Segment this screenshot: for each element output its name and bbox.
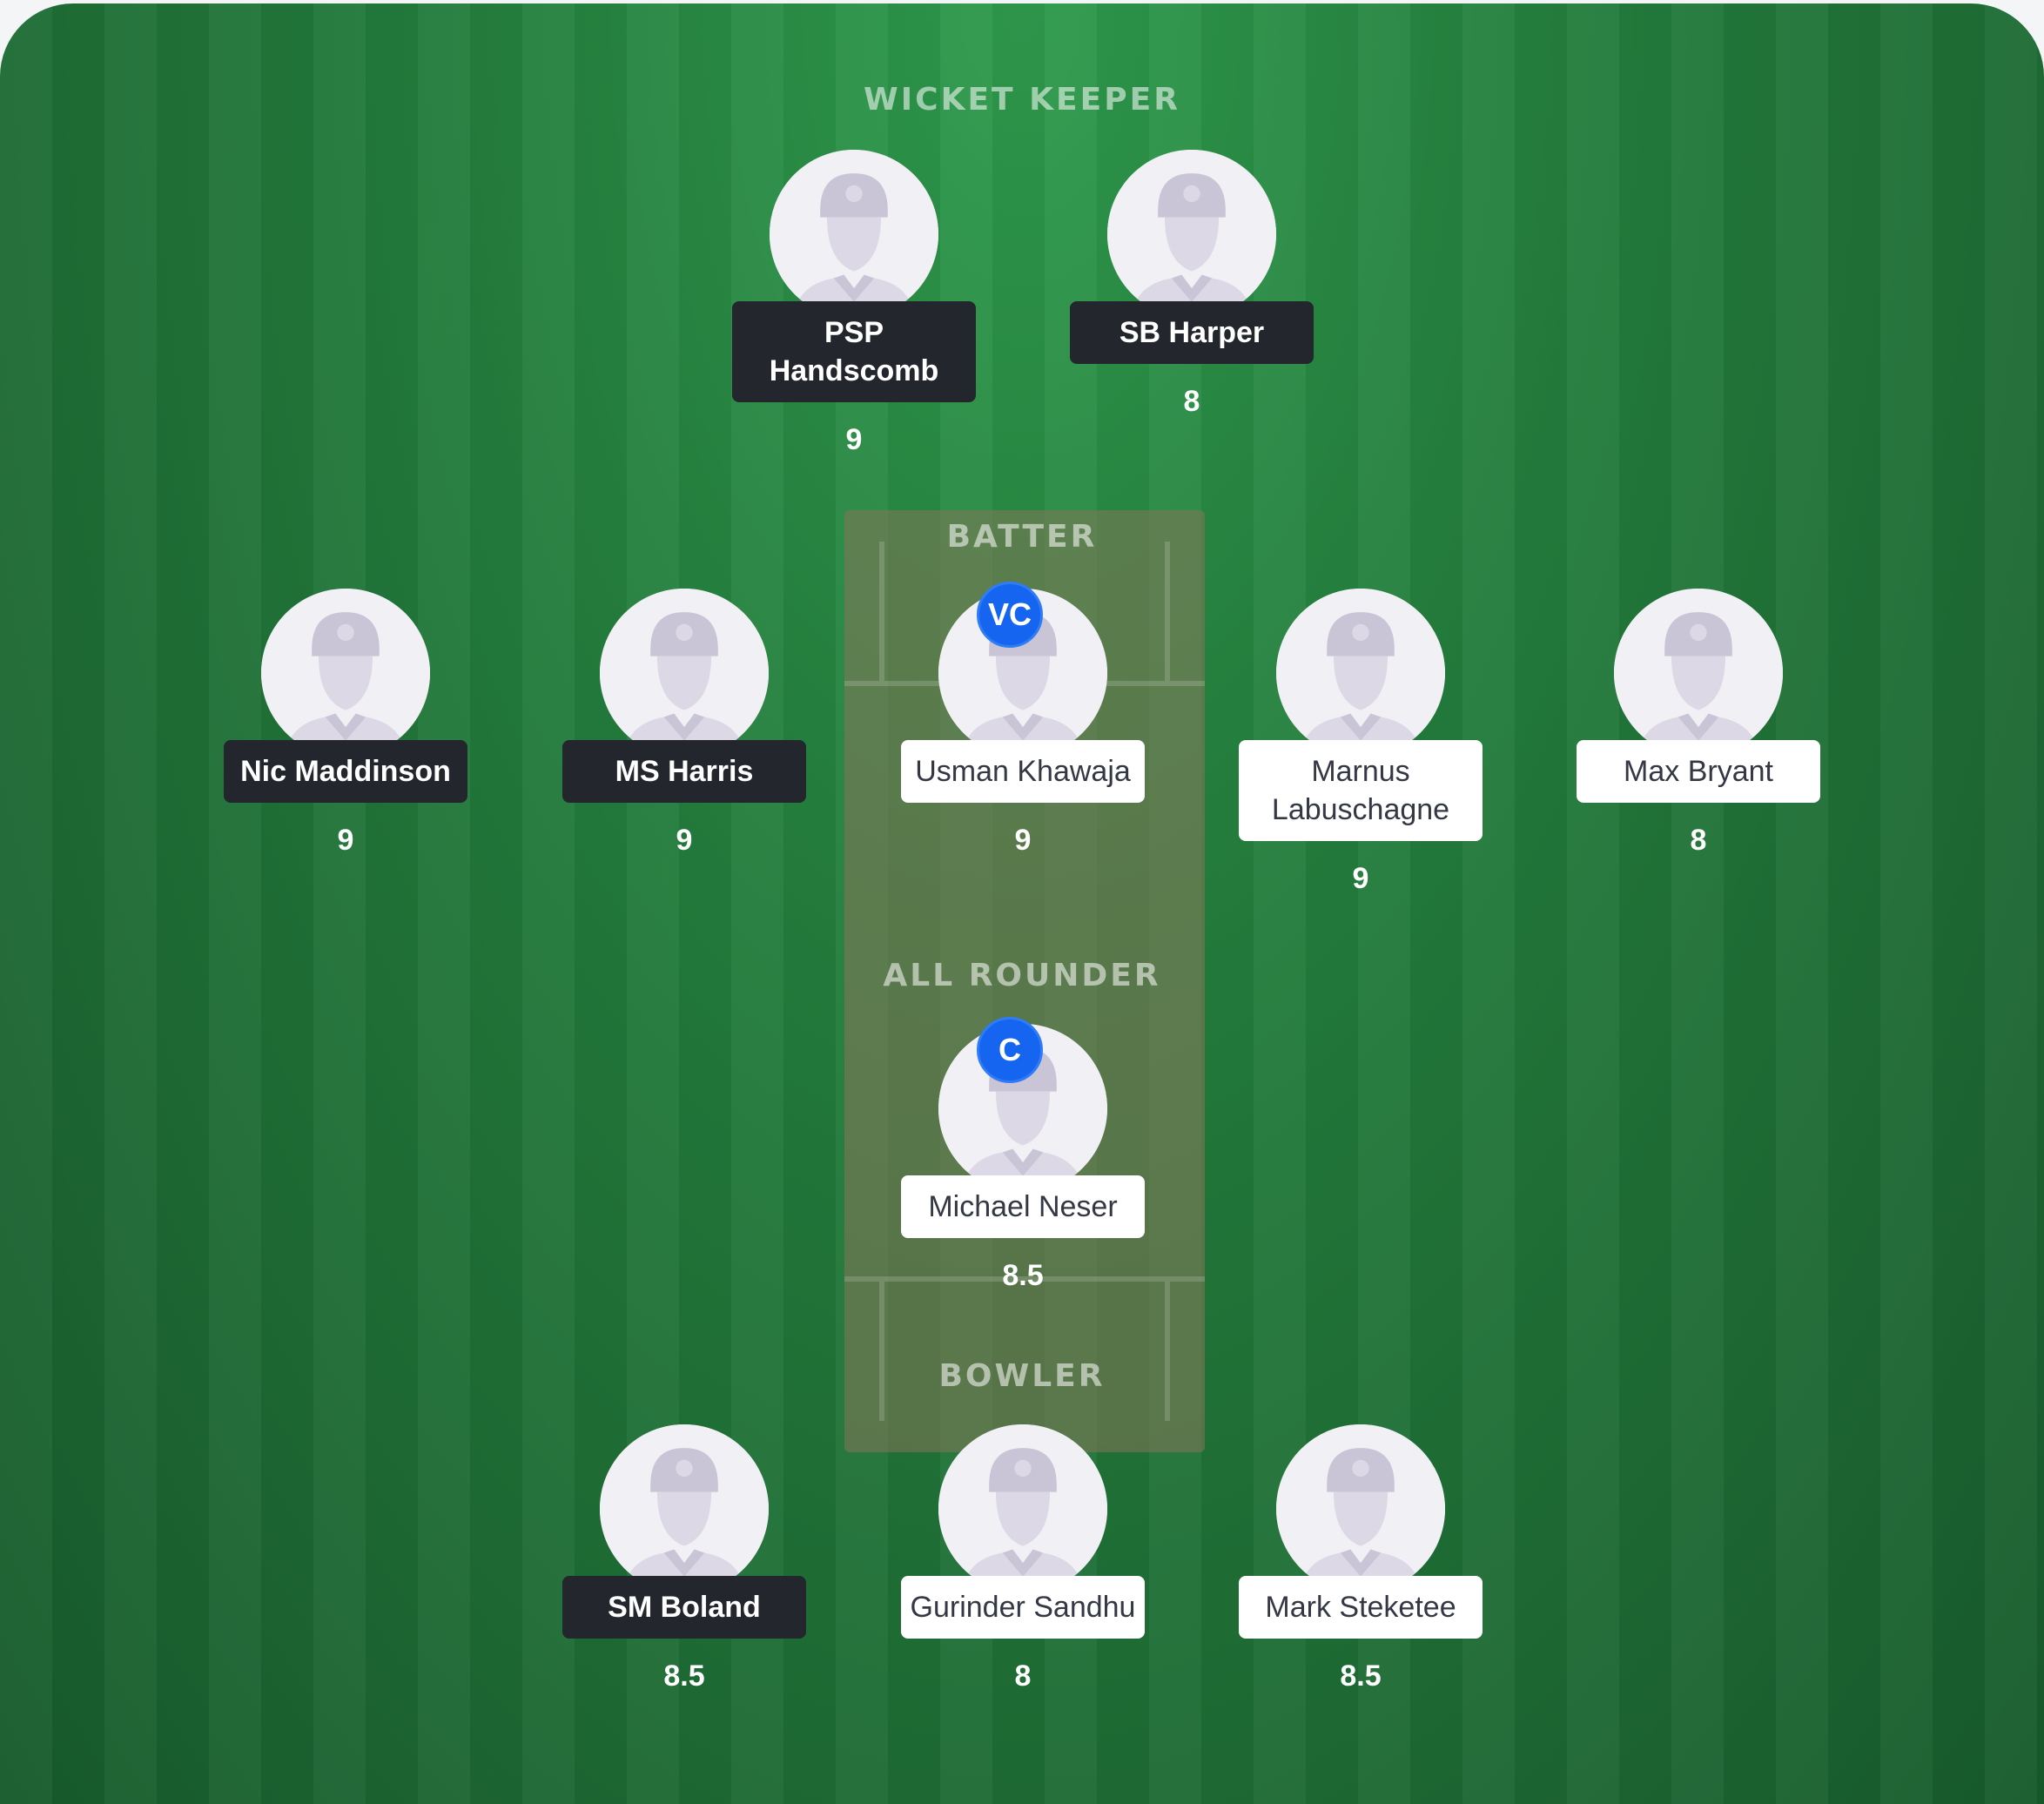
player-card-bat2[interactable]: MS Harris 9: [554, 589, 815, 858]
crease-line: [1165, 542, 1170, 681]
player-name: Nic Maddinson: [224, 740, 467, 803]
section-title-batter: BATTER: [946, 519, 1098, 555]
player-points: 9: [845, 423, 863, 456]
player-name: SM Boland: [562, 1576, 806, 1639]
player-card-bat5[interactable]: Max Bryant 8: [1568, 589, 1829, 858]
crease-line: [1165, 1282, 1170, 1421]
player-points: 8.5: [1002, 1259, 1044, 1292]
player-silhouette-icon: [600, 589, 769, 757]
player-card-bowl3[interactable]: Mark Steketee 8.5: [1230, 1424, 1491, 1693]
player-name: MS Harris: [562, 740, 806, 803]
player-name: Michael Neser: [901, 1175, 1145, 1238]
player-points: 8: [1014, 1659, 1032, 1693]
avatar-wrapper: [938, 1424, 1107, 1593]
player-name: Max Bryant: [1577, 740, 1820, 803]
player-card-bat1[interactable]: Nic Maddinson 9: [215, 589, 476, 858]
player-silhouette-icon: [1276, 1424, 1445, 1593]
avatar-wrapper: [261, 589, 430, 757]
player-points: 8.5: [663, 1659, 705, 1693]
player-card-bowl2[interactable]: Gurinder Sandhu 8: [892, 1424, 1153, 1693]
player-silhouette-icon: [600, 1424, 769, 1593]
player-silhouette-icon: [1614, 589, 1783, 757]
section-title-wicket-keeper: WICKET KEEPER: [864, 82, 1180, 118]
avatar-wrapper: [600, 1424, 769, 1593]
avatar-wrapper: [600, 589, 769, 757]
section-title-bowler: BOWLER: [938, 1358, 1106, 1394]
avatar-wrapper: [770, 150, 938, 319]
cricket-field: WICKET KEEPER BATTER ALL ROUNDER BOWLER …: [0, 3, 2044, 1804]
avatar-wrapper: [1276, 1424, 1445, 1593]
avatar-wrapper: VC: [938, 582, 1107, 757]
player-card-bat3[interactable]: VC Usman Khawaja 9: [892, 582, 1153, 858]
player-silhouette-icon: [1276, 589, 1445, 757]
player-points: 9: [1014, 824, 1032, 857]
player-card-ar1[interactable]: C Michael Neser 8.5: [892, 1017, 1153, 1293]
avatar-wrapper: [1614, 589, 1783, 757]
crease-line: [879, 542, 884, 681]
player-name: SB Harper: [1070, 301, 1314, 364]
player-silhouette-icon: [1107, 150, 1276, 319]
player-card-wk2[interactable]: SB Harper 8: [1061, 150, 1322, 419]
player-name: PSP Handscomb: [732, 301, 976, 402]
player-points: 8: [1690, 824, 1707, 857]
player-points: 8: [1183, 385, 1200, 418]
avatar-wrapper: C: [938, 1017, 1107, 1193]
player-points: 8.5: [1340, 1659, 1382, 1693]
captain-badge: C: [977, 1017, 1043, 1083]
player-name: Marnus Labuschagne: [1239, 740, 1483, 841]
player-name: Gurinder Sandhu: [901, 1576, 1145, 1639]
avatar-wrapper: [1276, 589, 1445, 757]
player-name: Mark Steketee: [1239, 1576, 1483, 1639]
player-silhouette-icon: [938, 1424, 1107, 1593]
player-points: 9: [337, 824, 354, 857]
player-card-wk1[interactable]: PSP Handscomb 9: [723, 150, 985, 457]
vice-captain-badge: VC: [977, 582, 1043, 648]
player-card-bowl1[interactable]: SM Boland 8.5: [554, 1424, 815, 1693]
player-points: 9: [1352, 862, 1369, 895]
player-silhouette-icon: [261, 589, 430, 757]
player-name: Usman Khawaja: [901, 740, 1145, 803]
player-points: 9: [676, 824, 693, 857]
player-card-bat4[interactable]: Marnus Labuschagne 9: [1230, 589, 1491, 896]
player-silhouette-icon: [770, 150, 938, 319]
avatar-wrapper: [1107, 150, 1276, 319]
crease-line: [879, 1282, 884, 1421]
section-title-all-rounder: ALL ROUNDER: [883, 958, 1161, 993]
